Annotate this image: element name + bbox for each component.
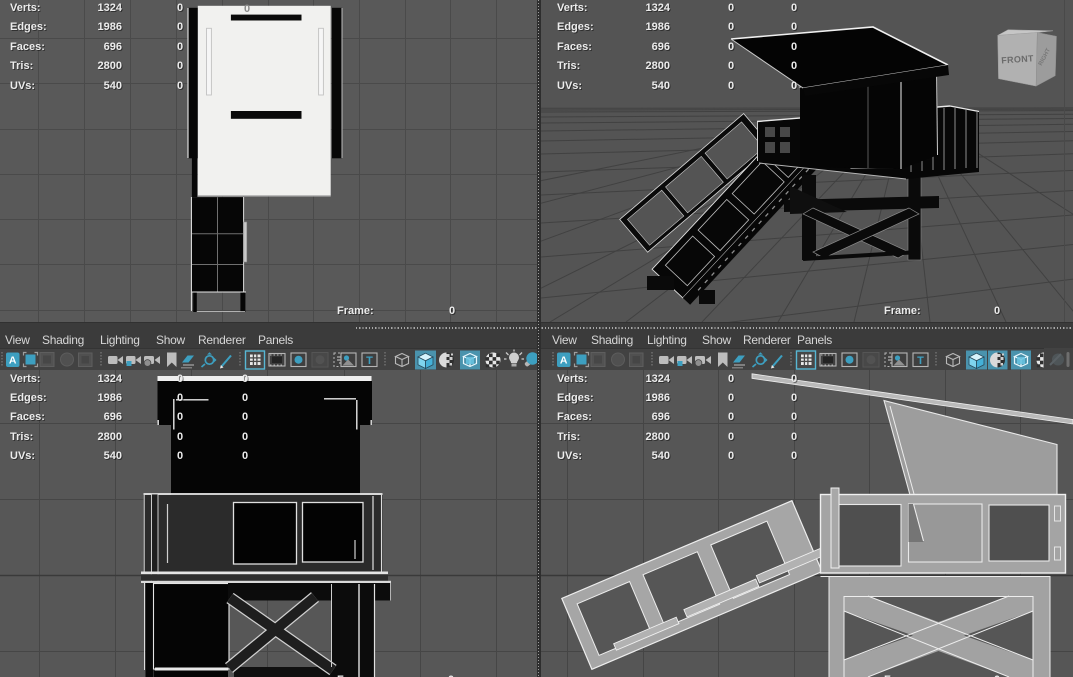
svg-text:0: 0 — [244, 3, 250, 15]
